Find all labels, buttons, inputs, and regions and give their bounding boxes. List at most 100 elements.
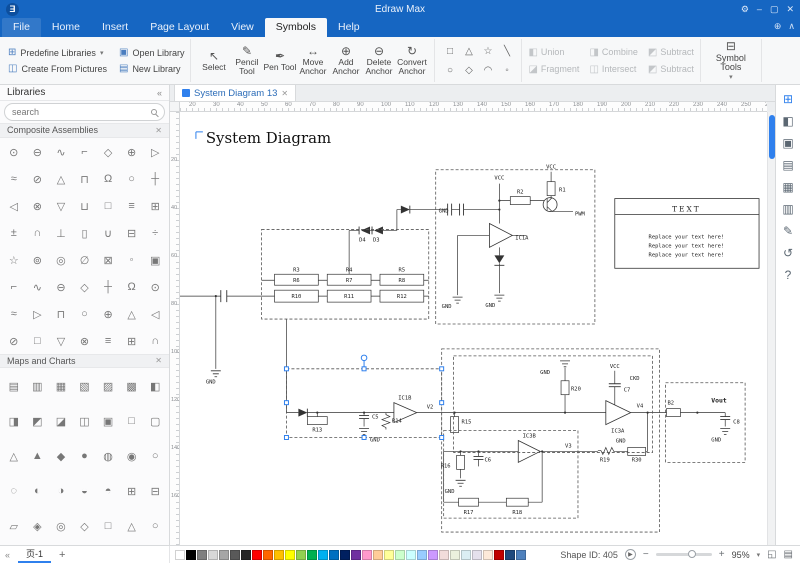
library-symbol[interactable]: Ω <box>120 274 144 301</box>
zoom-slider[interactable] <box>656 553 712 556</box>
library-symbol[interactable]: ▲ <box>26 439 50 474</box>
library-symbol[interactable]: ⊓ <box>49 301 73 328</box>
shape-button[interactable]: ◠ <box>479 62 496 79</box>
library-symbol[interactable]: ⊙ <box>2 139 26 166</box>
palette-color[interactable] <box>230 550 240 560</box>
palette-color[interactable] <box>329 550 339 560</box>
collapse-ribbon-icon[interactable]: ∧ <box>788 21 795 32</box>
library-symbol[interactable]: ◦ <box>120 247 144 274</box>
library-symbol[interactable]: □ <box>120 404 144 439</box>
library-symbol[interactable]: ▨ <box>96 369 120 404</box>
library-symbol[interactable]: ◁ <box>143 301 167 328</box>
palette-color[interactable] <box>285 550 295 560</box>
library-symbol[interactable]: ▽ <box>49 193 73 220</box>
palette-color[interactable] <box>516 550 526 560</box>
table-panel-icon[interactable]: ▥ <box>782 203 793 215</box>
library-symbol[interactable]: ⌐ <box>73 139 97 166</box>
library-symbol[interactable]: ○ <box>143 509 167 544</box>
library-symbol[interactable]: ▽ <box>49 328 73 355</box>
tool-button-convert-anchor[interactable]: ↻Convert Anchor <box>395 45 428 76</box>
library-symbol[interactable]: Ω <box>96 166 120 193</box>
library-symbol[interactable]: ⊠ <box>96 247 120 274</box>
library-symbol[interactable]: ⊘ <box>26 166 50 193</box>
palette-color[interactable] <box>197 550 207 560</box>
share-icon[interactable]: ⊕ <box>774 21 782 32</box>
format-panel-icon[interactable]: ◧ <box>782 115 793 127</box>
library-symbol[interactable]: △ <box>49 166 73 193</box>
library-button-predefine-libraries[interactable]: ⊞Predefine Libraries▾ <box>8 47 107 58</box>
shape-button[interactable]: ╲ <box>498 43 515 60</box>
tool-button-move-anchor[interactable]: ↔Move Anchor <box>296 45 329 76</box>
shape-button[interactable]: ◇ <box>460 62 477 79</box>
shape-button[interactable]: △ <box>460 43 477 60</box>
tool-button-delete-anchor[interactable]: ⊖Delete Anchor <box>362 45 395 76</box>
library-symbol[interactable]: ⊕ <box>120 139 144 166</box>
library-symbol[interactable]: ▷ <box>26 301 50 328</box>
library-search[interactable] <box>4 103 165 121</box>
tool-button-pencil-tool[interactable]: ✎Pencil Tool <box>230 45 263 76</box>
library-symbol[interactable]: ≈ <box>2 166 26 193</box>
scrollbar-thumb[interactable] <box>769 115 775 159</box>
chart-panel-icon[interactable]: ▤ <box>782 159 793 171</box>
palette-color[interactable] <box>318 550 328 560</box>
library-symbol[interactable]: ∿ <box>49 139 73 166</box>
close-group-icon[interactable]: ✕ <box>155 356 162 365</box>
palette-color[interactable] <box>472 550 482 560</box>
tool-button-pen-tool[interactable]: ✒Pen Tool <box>263 50 296 72</box>
palette-color[interactable] <box>241 550 251 560</box>
library-symbol[interactable]: ▥ <box>26 369 50 404</box>
library-symbol[interactable]: □ <box>96 193 120 220</box>
library-symbol[interactable]: ◐ <box>26 474 50 509</box>
library-symbol[interactable]: ┼ <box>143 166 167 193</box>
library-symbol[interactable]: ▢ <box>143 404 167 439</box>
library-symbol[interactable]: ∿ <box>26 274 50 301</box>
maximize-icon[interactable]: ▢ <box>770 4 779 15</box>
library-symbol[interactable]: ◇ <box>73 274 97 301</box>
library-symbol[interactable]: ∅ <box>73 247 97 274</box>
circuit-diagram[interactable]: System DiagramGNDR3R4R5R6R7R8R10R11R12D4… <box>180 112 767 545</box>
close-icon[interactable]: ✕ <box>786 4 794 15</box>
tool-button-select[interactable]: ↖Select <box>197 50 230 72</box>
library-symbol[interactable]: ⊖ <box>26 139 50 166</box>
library-symbol[interactable]: ○ <box>143 439 167 474</box>
library-symbol[interactable]: ∩ <box>26 220 50 247</box>
library-symbol[interactable]: ÷ <box>143 220 167 247</box>
palette-color[interactable] <box>351 550 361 560</box>
library-symbol[interactable]: ◓ <box>96 474 120 509</box>
library-symbol[interactable]: ◑ <box>49 474 73 509</box>
library-button-open-library[interactable]: ▣Open Library <box>119 47 184 58</box>
collapse-panel-icon[interactable]: « <box>157 88 162 98</box>
library-symbol[interactable]: ◇ <box>73 509 97 544</box>
palette-color[interactable] <box>417 550 427 560</box>
zoom-slider-knob[interactable] <box>688 550 696 558</box>
page-tab[interactable]: 页-1 <box>18 546 51 563</box>
palette-color[interactable] <box>494 550 504 560</box>
library-symbol[interactable]: ⊙ <box>143 274 167 301</box>
library-symbol[interactable]: ▩ <box>120 369 144 404</box>
vertical-scrollbar[interactable] <box>767 112 775 545</box>
library-symbol[interactable]: △ <box>120 509 144 544</box>
page-view-icon[interactable]: ▤ <box>784 549 793 560</box>
library-symbol[interactable]: ⊟ <box>120 220 144 247</box>
play-icon[interactable]: ▶ <box>625 549 636 560</box>
library-symbol[interactable]: ⊘ <box>2 328 26 355</box>
library-symbol[interactable]: ⊓ <box>73 166 97 193</box>
menu-tab-file[interactable]: File <box>2 18 41 37</box>
library-symbol[interactable]: ≡ <box>120 193 144 220</box>
palette-color[interactable] <box>274 550 284 560</box>
symbols-panel-icon[interactable]: ⊞ <box>783 93 793 105</box>
library-symbol[interactable]: ▤ <box>2 369 26 404</box>
library-button-create-from-pictures[interactable]: ◫Create From Pictures <box>8 63 107 74</box>
palette-color[interactable] <box>340 550 350 560</box>
collapse-pages-icon[interactable]: « <box>5 550 10 560</box>
palette-color[interactable] <box>219 550 229 560</box>
library-symbol[interactable]: ◨ <box>2 404 26 439</box>
library-symbol[interactable]: ◁ <box>2 193 26 220</box>
library-group-title-composite[interactable]: Composite Assemblies <box>7 125 98 135</box>
library-symbol[interactable]: ⊔ <box>73 193 97 220</box>
library-symbol[interactable]: ⊞ <box>120 474 144 509</box>
library-symbol[interactable]: ⊥ <box>49 220 73 247</box>
library-symbol[interactable]: ┼ <box>96 274 120 301</box>
menu-tab-insert[interactable]: Insert <box>91 18 139 37</box>
library-symbol[interactable]: ◪ <box>49 404 73 439</box>
